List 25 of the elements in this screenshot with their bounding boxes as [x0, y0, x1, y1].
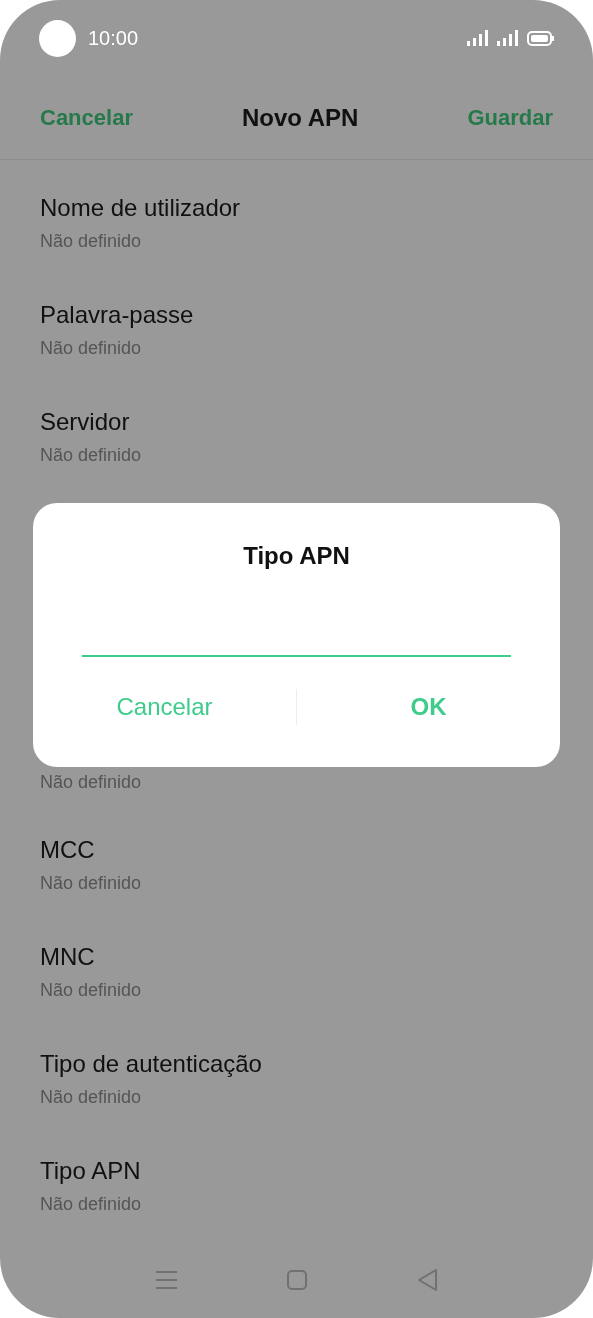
dialog-title: Tipo APN — [243, 541, 350, 571]
setting-label[interactable]: Tipo de autenticação — [40, 1049, 262, 1079]
signal-icon — [497, 30, 519, 46]
setting-value: Não definido — [40, 771, 142, 794]
signal-icon — [467, 30, 489, 46]
setting-label[interactable]: Nome de utilizador — [40, 193, 241, 223]
setting-value: Não definido — [40, 230, 142, 253]
back-icon[interactable] — [416, 1269, 438, 1291]
setting-label[interactable]: Servidor — [40, 407, 130, 437]
setting-label[interactable]: MCC — [40, 835, 95, 865]
setting-label[interactable]: Palavra-passe — [40, 300, 194, 330]
camera-cutout — [39, 19, 76, 57]
setting-label[interactable]: Tipo APN — [40, 1156, 141, 1186]
battery-icon — [527, 30, 554, 46]
page-title: Novo APN — [241, 102, 359, 133]
status-time: 10:00 — [88, 26, 139, 51]
menu-icon[interactable] — [155, 1271, 177, 1289]
home-icon[interactable] — [286, 1270, 307, 1290]
setting-value: Não definido — [40, 337, 142, 360]
setting-value: Não definido — [40, 444, 142, 467]
setting-value: Não definido — [40, 1086, 142, 1109]
setting-label[interactable]: MNC — [40, 942, 95, 972]
setting-value: Não definido — [40, 1193, 142, 1216]
setting-value: Não definido — [40, 979, 142, 1002]
setting-value: Não definido — [40, 872, 142, 895]
